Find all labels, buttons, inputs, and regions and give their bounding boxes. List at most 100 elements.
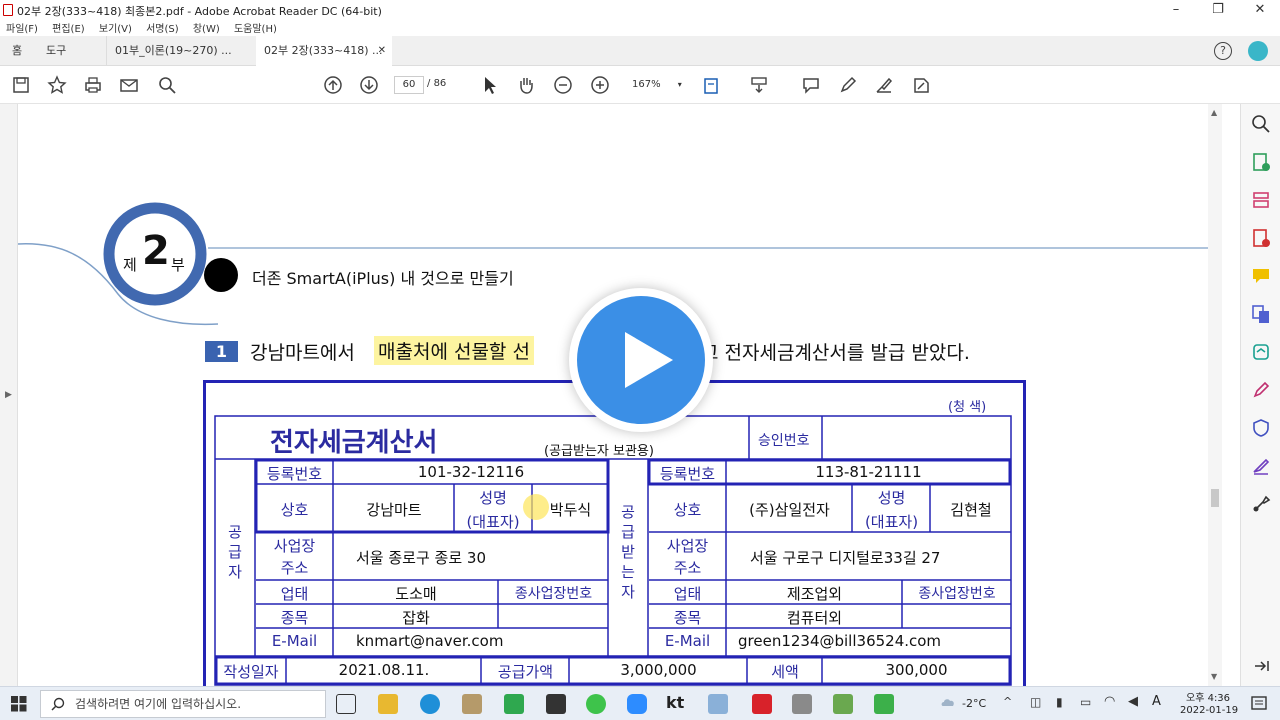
bookmark-star-icon[interactable] [46,74,68,96]
scroll-mode-icon[interactable] [748,74,770,96]
account-avatar[interactable] [1248,41,1268,61]
buyer-rep-label-1: 성명 [877,489,906,507]
supplier-item-label: 종목 [280,609,309,627]
file-explorer-icon[interactable] [378,694,398,714]
scrollbar-thumb[interactable] [1211,489,1219,507]
buyer-rep-value: 김현철 [950,501,992,519]
menu-view[interactable]: 보기(V) [99,24,132,35]
fit-page-icon[interactable] [700,74,722,96]
app-icon-3[interactable] [586,694,606,714]
next-page-icon[interactable] [358,74,380,96]
volume-icon[interactable]: ◀ [1128,694,1138,709]
comment-tool-icon[interactable] [1251,266,1271,286]
app-icon-5[interactable] [833,694,853,714]
collapse-panel-icon[interactable] [1251,656,1271,676]
maximize-button[interactable]: ❐ [1208,2,1228,17]
windows-start-icon[interactable] [11,696,27,712]
help-icon[interactable]: ? [1214,42,1232,60]
zoom-search-icon[interactable] [1251,114,1271,134]
create-pdf-icon[interactable] [1251,228,1271,248]
scroll-up-arrow-icon[interactable]: ▲ [1211,108,1217,117]
more-tools-icon[interactable] [1251,494,1271,514]
search-icon[interactable] [156,74,178,96]
zoom-app-icon[interactable] [627,694,647,714]
fill-sign-icon[interactable] [910,74,932,96]
close-button[interactable]: ✕ [1250,2,1270,17]
app-icon-2[interactable] [546,694,566,714]
page-number-input[interactable]: 60 [394,76,424,94]
kt-icon[interactable]: kt [666,693,684,712]
right-tools-panel [1240,104,1280,686]
app-icon-1[interactable] [462,694,482,714]
menu-window[interactable]: 창(W) [193,24,220,35]
email-icon[interactable] [118,74,140,96]
app-icon-4[interactable] [708,694,728,714]
supplier-reg-label: 등록번호 [266,465,323,483]
tab-document-1[interactable]: 01부_이론(19~270) ... [106,36,256,66]
app-icon-6[interactable] [874,694,894,714]
save-icon[interactable] [10,74,32,96]
menu-help[interactable]: 도움말(H) [234,24,277,35]
taskbar-search-input[interactable]: 검색하려면 여기에 입력하십시오. [40,690,326,718]
select-cursor-icon[interactable] [478,74,500,96]
tab-tools[interactable]: 도구 [38,36,74,66]
ime-indicator[interactable]: A [1152,694,1161,709]
weather-icon[interactable] [940,696,958,710]
supplier-addr-label-2: 주소 [280,559,309,577]
date-value: 2021.08.11. [338,661,430,679]
toolbar: 60 / 86 167% ▾ [0,66,1280,104]
buyer-name-label: 상호 [673,501,702,519]
hand-tool-icon[interactable] [515,74,537,96]
send-for-review-icon[interactable] [1251,342,1271,362]
edge-browser-icon[interactable] [420,694,440,714]
protect-shield-icon[interactable] [1251,418,1271,438]
previous-page-icon[interactable] [322,74,344,96]
organize-pages-icon[interactable] [1251,190,1271,210]
acrobat-reader-icon[interactable] [752,694,772,714]
network-icon[interactable]: ◫ [1030,695,1041,709]
video-play-button[interactable] [569,288,713,432]
buyer-item-value: 컴퓨터외 [786,609,843,627]
buyer-addr-value: 서울 구로구 디지털로33길 27 [750,549,941,567]
show-hidden-icons[interactable]: ^ [1003,695,1012,708]
supplier-addr-label-1: 사업장 [273,537,316,555]
buyer-item-label: 종목 [673,609,702,627]
comment-icon[interactable] [800,74,822,96]
sign-icon[interactable] [873,74,895,96]
scroll-down-arrow-icon[interactable]: ▼ [1211,672,1217,681]
notification-icon[interactable] [1250,695,1268,713]
naver-icon[interactable] [504,694,524,714]
microphone-icon[interactable]: ▮ [1056,695,1063,709]
close-tab-icon[interactable]: ✕ [378,36,386,66]
clock-date[interactable]: 2022-01-19 [1180,705,1238,716]
zoom-in-icon[interactable] [589,74,611,96]
tax-value: 300,000 [885,661,948,679]
tab-document-2[interactable]: 02부 2장(333~418) ... ✕ [256,36,392,66]
print-icon[interactable] [82,74,104,96]
task-view-icon[interactable] [336,694,356,714]
buyer-rep-label-2: (대표자) [864,513,919,531]
menu-file[interactable]: 파일(F) [6,24,38,35]
menu-sign[interactable]: 서명(S) [146,24,179,35]
supplier-reg-value: 101-32-12116 [417,463,525,481]
export-pdf-icon[interactable] [1251,152,1271,172]
tab-document-2-label: 02부 2장(333~418) ... [264,44,383,57]
buyer-name-value: (주)삼일전자 [749,501,830,519]
expand-left-panel-icon[interactable]: ▶ [5,390,12,400]
menu-edit[interactable]: 편집(E) [52,24,85,35]
vertical-scrollbar[interactable]: ▲ ▼ [1208,104,1222,686]
tab-home[interactable]: 홈 [4,36,30,66]
request-signature-icon[interactable] [1251,456,1271,476]
wifi-icon[interactable]: ◠ [1104,694,1115,709]
supplier-email-value: knmart@naver.com [356,632,504,650]
clock-time[interactable]: 오후 4:36 [1186,689,1230,704]
calculator-icon[interactable] [792,694,812,714]
minimize-button[interactable]: – [1166,2,1186,17]
zoom-level-select[interactable]: 167% ▾ [622,76,686,94]
supplier-name-value: 강남마트 [366,501,422,519]
battery-icon[interactable]: ▭ [1080,695,1091,709]
zoom-out-icon[interactable] [552,74,574,96]
combine-files-icon[interactable] [1251,304,1271,324]
highlight-pen-icon[interactable] [837,74,859,96]
fill-and-sign-icon[interactable] [1251,380,1271,400]
